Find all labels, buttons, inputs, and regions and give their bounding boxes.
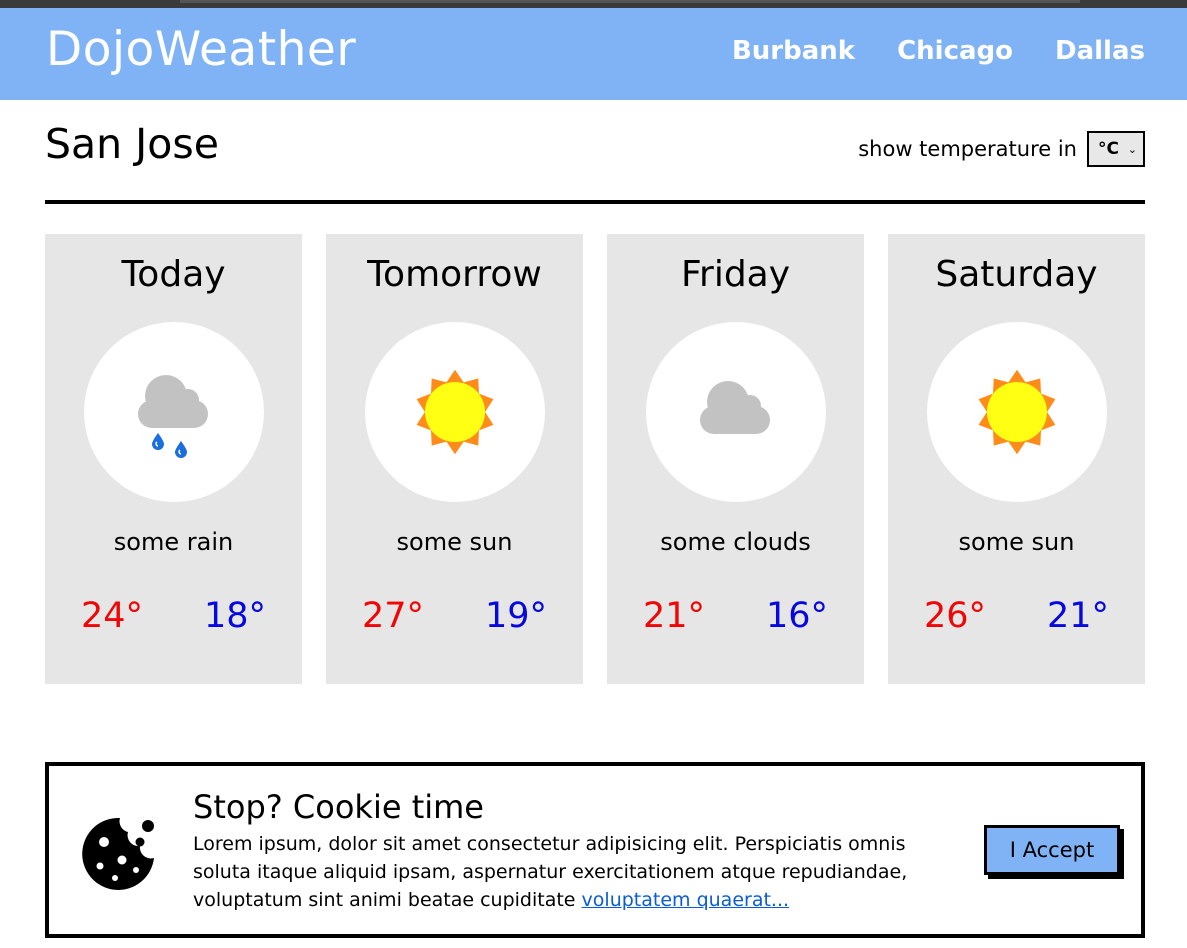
card-day: Friday (680, 254, 791, 295)
nav-link-dallas[interactable]: Dallas (1055, 36, 1145, 66)
site-header: DojoWeather Burbank Chicago Dallas (0, 8, 1187, 100)
forecast-card-friday: Friday some clouds 21° 16° (607, 234, 864, 684)
cookie-banner: Stop? Cookie time Lorem ipsum, dolor sit… (45, 762, 1145, 938)
browser-top-strip (0, 0, 1187, 8)
city-nav: Burbank Chicago Dallas (732, 36, 1145, 66)
unit-select-value: °C (1098, 139, 1119, 159)
sun-icon (978, 369, 1056, 455)
low-temp: 16° (765, 596, 828, 636)
unit-control: show temperature in °C ⌄ (858, 131, 1145, 167)
high-temp: 21° (643, 596, 706, 636)
card-description: some rain (113, 528, 234, 556)
nav-link-burbank[interactable]: Burbank (732, 36, 855, 66)
card-description: some sun (396, 528, 513, 556)
city-title: San Jose (45, 120, 219, 168)
low-temp: 21° (1046, 596, 1109, 636)
brand-logo[interactable]: DojoWeather (46, 22, 356, 77)
weather-icon-circle (365, 322, 545, 502)
cookie-read-more-link[interactable]: voluptatem quaerat... (582, 889, 790, 911)
card-description: some clouds (660, 528, 811, 556)
chevron-down-icon: ⌄ (1127, 142, 1137, 156)
card-description: some sun (958, 528, 1075, 556)
location-bar: San Jose show temperature in °C ⌄ (45, 100, 1145, 204)
forecast-cards: Today some rain 24° 18° Tomorrow some su… (45, 234, 1145, 684)
sun-icon (416, 369, 494, 455)
card-temps: 26° 21° (924, 596, 1109, 636)
high-temp: 26° (924, 596, 987, 636)
card-temps: 21° 16° (643, 596, 828, 636)
cloud-icon (700, 381, 770, 434)
low-temp: 19° (484, 596, 547, 636)
forecast-card-today: Today some rain 24° 18° (45, 234, 302, 684)
browser-top-line (180, 0, 1080, 3)
accept-cookies-button[interactable]: I Accept (984, 825, 1120, 875)
unit-select[interactable]: °C ⌄ (1087, 131, 1145, 167)
high-temp: 24° (81, 596, 144, 636)
weather-icon-circle (84, 322, 264, 502)
cookie-icon (82, 817, 154, 890)
card-temps: 24° 18° (81, 596, 266, 636)
rain-cloud-icon (138, 375, 208, 458)
forecast-card-saturday: Saturday some sun 26° 21° (888, 234, 1145, 684)
weather-icon-circle (927, 322, 1107, 502)
cookie-title: Stop? Cookie time (193, 788, 484, 826)
unit-label: show temperature in (858, 137, 1077, 161)
weather-icon-circle (646, 322, 826, 502)
high-temp: 27° (362, 596, 425, 636)
card-day: Saturday (935, 254, 1098, 295)
cookie-text: Lorem ipsum, dolor sit amet consectetur … (193, 830, 963, 914)
card-temps: 27° 19° (362, 596, 547, 636)
card-day: Tomorrow (367, 254, 542, 295)
card-day: Today (121, 254, 226, 295)
nav-link-chicago[interactable]: Chicago (897, 36, 1013, 66)
cookie-body: Lorem ipsum, dolor sit amet consectetur … (193, 833, 908, 911)
low-temp: 18° (203, 596, 266, 636)
forecast-card-tomorrow: Tomorrow some sun 27° 19° (326, 234, 583, 684)
